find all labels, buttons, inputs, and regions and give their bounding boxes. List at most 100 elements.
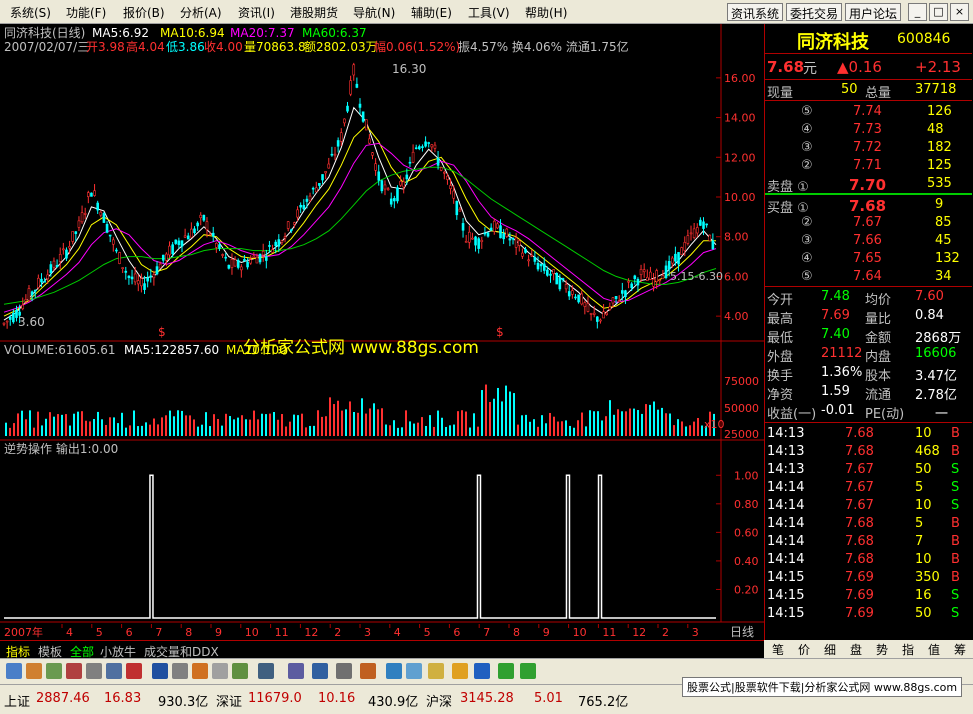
menu-analysis[interactable]: 分析(A) <box>180 4 222 21</box>
volume-bar <box>457 411 459 436</box>
export-icon[interactable] <box>406 663 422 679</box>
list-icon[interactable] <box>26 663 42 679</box>
menu-hk-futures[interactable]: 港股期货 <box>290 4 338 21</box>
volume-bar <box>25 419 27 436</box>
candle <box>105 224 109 233</box>
stock-icon[interactable] <box>192 663 208 679</box>
stat-row: 换手 1.36% 股本 3.47亿 <box>765 364 972 384</box>
close-icon[interactable]: × <box>950 3 969 21</box>
tick-price: 7.69 <box>845 570 874 585</box>
candle <box>199 214 203 219</box>
menu-quote[interactable]: 报价(B) <box>123 4 165 21</box>
doc-icon[interactable] <box>232 663 248 679</box>
refresh-icon[interactable] <box>386 663 402 679</box>
arrow-up-icon[interactable] <box>498 663 514 679</box>
arrow-down-icon[interactable] <box>520 663 536 679</box>
side-tab[interactable]: 值 <box>928 641 940 658</box>
grid-icon[interactable] <box>46 663 62 679</box>
volume-bar <box>113 417 115 436</box>
candle <box>386 188 390 191</box>
candle <box>65 249 68 259</box>
note-icon[interactable] <box>336 663 352 679</box>
minimize-icon[interactable]: _ <box>908 3 927 21</box>
ad-banner[interactable]: 股票公式|股票软件下载|分析家公式网 www.88gs.com <box>682 677 963 697</box>
tick-time: 14:13 <box>767 444 805 459</box>
chart-icon[interactable] <box>6 663 22 679</box>
bid-level-row: ④ 7.65 132 <box>765 250 972 268</box>
calc-icon[interactable] <box>212 663 228 679</box>
stock-code: 600846 <box>897 31 951 47</box>
tool-icon[interactable] <box>360 663 376 679</box>
volume-bar <box>553 416 555 436</box>
menu-news[interactable]: 资讯(I) <box>238 4 275 21</box>
candle <box>318 183 321 186</box>
tick-direction: S <box>951 606 960 621</box>
download-icon[interactable] <box>428 663 444 679</box>
side-tab[interactable]: 盘 <box>850 641 862 658</box>
report-icon[interactable] <box>66 663 82 679</box>
candle <box>658 279 662 282</box>
volume-bar <box>149 424 151 436</box>
candle <box>155 266 159 275</box>
volume-bar <box>613 414 615 436</box>
volume-bar <box>81 411 83 436</box>
candle <box>536 262 540 270</box>
ask-level-label: 卖盘 ① <box>767 180 809 195</box>
volume-bar <box>17 413 19 436</box>
candle <box>71 231 75 242</box>
volume-bar <box>377 409 379 436</box>
bsi-icon[interactable] <box>312 663 328 679</box>
candle <box>271 249 274 253</box>
volume-bar <box>565 420 567 436</box>
candle <box>146 277 149 282</box>
forum-button[interactable]: 用户论坛 <box>845 3 902 21</box>
side-tab[interactable]: 笔 <box>772 641 784 658</box>
kline-chart[interactable]: 同济科技(日线) MA5:6.92 MA10:6.94 MA20:7.37 MA… <box>0 24 764 640</box>
volume-bar <box>193 419 195 436</box>
menu-function[interactable]: 功能(F) <box>66 4 106 21</box>
price-tick-label: 12.00 <box>724 151 756 164</box>
menu-help[interactable]: 帮助(H) <box>525 4 567 21</box>
info-date: 2007/02/07/三 <box>4 40 89 54</box>
candle <box>224 256 228 259</box>
side-tab[interactable]: 细 <box>824 641 836 658</box>
table-icon[interactable] <box>172 663 188 679</box>
maximize-icon[interactable]: □ <box>929 3 948 21</box>
side-tab[interactable]: 筹 <box>954 641 966 658</box>
candle <box>433 144 437 149</box>
menu-navigate[interactable]: 导航(N) <box>353 4 395 21</box>
side-tab[interactable]: 势 <box>876 641 888 658</box>
info-low: 低3.86 <box>166 40 205 54</box>
print-icon[interactable] <box>86 663 102 679</box>
tick-volume: 350 <box>915 570 940 585</box>
window-icon[interactable] <box>258 663 274 679</box>
menu-system[interactable]: 系统(S) <box>10 4 51 21</box>
candle <box>30 291 34 296</box>
volume-ma5-label: MA5:122857.60 <box>124 343 219 357</box>
side-tab[interactable]: 指 <box>902 641 914 658</box>
bid-level-label: ④ <box>801 251 813 266</box>
menu-tools[interactable]: 工具(V) <box>468 4 510 21</box>
volume-bar <box>629 408 631 436</box>
volume-bar <box>637 410 639 436</box>
indicator-tick-label: 0.60 <box>734 526 759 539</box>
trade-button[interactable]: 委托交易 <box>786 3 843 21</box>
side-tab[interactable]: 价 <box>798 641 810 658</box>
candle <box>40 278 43 283</box>
warning-icon[interactable] <box>126 663 142 679</box>
candle <box>486 232 490 237</box>
volume-bar <box>441 417 443 436</box>
pencil-icon[interactable] <box>452 663 468 679</box>
formula-icon[interactable] <box>288 663 304 679</box>
news-system-button[interactable]: 资讯系统 <box>727 3 784 21</box>
candle <box>402 181 406 188</box>
f10-icon[interactable] <box>152 663 168 679</box>
candle <box>555 272 559 285</box>
candle <box>252 255 256 258</box>
move-icon[interactable] <box>474 663 490 679</box>
monitor-icon[interactable] <box>106 663 122 679</box>
candle <box>374 163 377 171</box>
tick-price: 7.67 <box>845 462 874 477</box>
volume-bar <box>21 410 23 436</box>
menu-assist[interactable]: 辅助(E) <box>411 4 452 21</box>
